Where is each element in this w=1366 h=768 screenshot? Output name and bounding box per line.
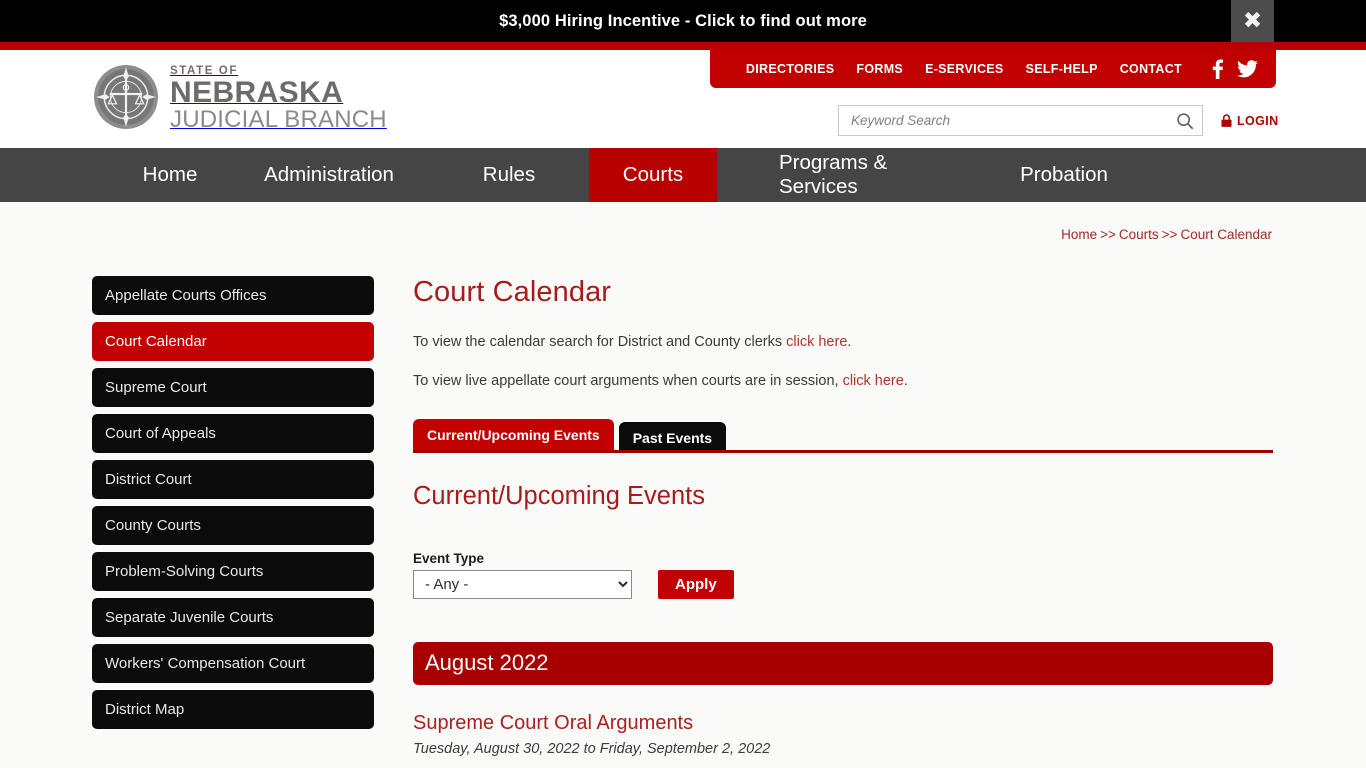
nav-item-administration[interactable]: Administration <box>254 148 404 202</box>
search-box[interactable] <box>838 105 1203 136</box>
close-icon: ✖ <box>1242 8 1263 34</box>
intro-paragraph-calendar-search: To view the calendar search for District… <box>413 333 1273 352</box>
breadcrumb-item-courts[interactable]: Courts <box>1119 227 1159 242</box>
search-button[interactable] <box>1176 112 1194 130</box>
event-filter-row: - Any - Apply <box>413 569 1273 599</box>
intro-paragraph-calendar-search-period: . <box>847 334 852 350</box>
section-title: Current/Upcoming Events <box>413 481 705 510</box>
search-icon <box>1177 113 1194 130</box>
utility-nav-item-e-services[interactable]: E-SERVICES <box>925 62 1004 76</box>
main-content: Court Calendar To view the calendar sear… <box>413 276 1273 757</box>
sidebar-item-court-of-appeals[interactable]: Court of Appeals <box>92 414 374 453</box>
sidebar-item-court-calendar[interactable]: Court Calendar <box>92 322 374 361</box>
nav-item-rules[interactable]: Rules <box>464 148 554 202</box>
nebraska-judicial-seal-icon <box>92 63 160 131</box>
tab-underline <box>413 449 1273 453</box>
logo-line-nebraska: NEBRASKA <box>170 76 344 109</box>
login-button[interactable]: LOGIN <box>1221 114 1279 128</box>
event-filter: Event Type - Any - Apply <box>413 551 1273 599</box>
page-body: Home >> Courts >> Court Calendar Appellate C… <box>0 202 1366 768</box>
sidebar-item-district-court[interactable]: District Court <box>92 460 374 499</box>
tab-current-upcoming-events[interactable]: Current/Upcoming Events <box>413 418 614 453</box>
event-title-link[interactable]: Supreme Court Oral Arguments <box>413 712 693 735</box>
breadcrumb-item-court-calendar[interactable]: Court Calendar <box>1180 227 1272 242</box>
login-label: LOGIN <box>1237 113 1279 128</box>
sidebar-navigation: Appellate Courts Offices Court Calendar … <box>92 276 374 736</box>
sidebar-item-workers-compensation-court[interactable]: Workers' Compensation Court <box>92 644 374 683</box>
event-type-label: Event Type <box>413 550 485 566</box>
apply-button[interactable]: Apply <box>658 569 734 599</box>
nav-item-home[interactable]: Home <box>110 148 230 202</box>
logo-wordmark: STATE OF NEBRASKA JUDICIAL BRANCH <box>170 62 387 132</box>
utility-nav-item-directories[interactable]: DIRECTORIES <box>746 62 835 76</box>
tab-past-events[interactable]: Past Events <box>618 421 727 453</box>
social-links <box>1212 59 1258 79</box>
event-list-item: Supreme Court Oral Arguments Tuesday, Au… <box>413 712 1273 757</box>
sidebar-item-county-courts[interactable]: County Courts <box>92 506 374 545</box>
intro-paragraph-live-arguments: To view live appellate court arguments w… <box>413 372 1273 391</box>
search-input[interactable] <box>839 106 1159 135</box>
event-date: Tuesday, August 30, 2022 to Friday, Sept… <box>413 740 771 757</box>
alert-close-button[interactable]: ✖ <box>1231 0 1274 43</box>
site-header: STATE OF NEBRASKA JUDICIAL BRANCH DIRECT… <box>0 50 1366 148</box>
alert-banner: $3,000 Hiring Incentive - Click to find … <box>0 0 1366 42</box>
nav-item-courts[interactable]: Courts <box>589 148 717 202</box>
twitter-icon[interactable] <box>1237 60 1258 78</box>
nav-item-programs-services[interactable]: Programs & Services <box>759 148 944 202</box>
sidebar-item-appellate-courts-offices[interactable]: Appellate Courts Offices <box>92 276 374 315</box>
intro-paragraph-live-arguments-period: . <box>903 372 908 389</box>
utility-nav-item-self-help[interactable]: SELF-HELP <box>1026 62 1098 76</box>
header-red-rule <box>0 42 1366 50</box>
intro-paragraph-live-arguments-text: To view live appellate court arguments w… <box>413 372 843 389</box>
sidebar-item-supreme-court[interactable]: Supreme Court <box>92 368 374 407</box>
event-type-select[interactable]: - Any - <box>413 569 632 599</box>
breadcrumb: Home >> Courts >> Court Calendar <box>1061 227 1272 242</box>
event-tabs: Current/Upcoming Events Past Events <box>413 416 1273 453</box>
facebook-icon[interactable] <box>1212 59 1224 79</box>
sidebar-item-district-map[interactable]: District Map <box>92 690 374 729</box>
month-banner: August 2022 <box>413 641 1273 685</box>
month-banner-label: August 2022 <box>425 650 549 676</box>
calendar-search-link[interactable]: click here <box>786 334 847 350</box>
breadcrumb-item-home[interactable]: Home <box>1061 227 1097 242</box>
sidebar-item-problem-solving-courts[interactable]: Problem-Solving Courts <box>92 552 374 591</box>
lock-icon <box>1221 114 1232 127</box>
alert-banner-link[interactable]: $3,000 Hiring Incentive - Click to find … <box>499 12 867 31</box>
breadcrumb-separator: >> <box>1100 227 1116 242</box>
utility-nav-item-forms[interactable]: FORMS <box>856 62 903 76</box>
main-navigation: Home Administration Rules Courts Program… <box>0 148 1366 202</box>
site-logo[interactable]: STATE OF NEBRASKA JUDICIAL BRANCH <box>92 62 387 132</box>
intro-paragraph-calendar-search-text: To view the calendar search for District… <box>413 334 787 350</box>
breadcrumb-separator: >> <box>1161 227 1178 242</box>
logo-line-judicial-branch: JUDICIAL BRANCH <box>170 106 387 133</box>
live-arguments-link[interactable]: click here <box>843 373 904 389</box>
nav-item-probation[interactable]: Probation <box>994 148 1134 202</box>
sidebar-item-separate-juvenile-courts[interactable]: Separate Juvenile Courts <box>92 598 374 637</box>
page-title: Court Calendar <box>413 276 612 308</box>
utility-nav-item-contact[interactable]: CONTACT <box>1120 62 1182 76</box>
search-row: LOGIN <box>838 105 1279 136</box>
utility-nav: DIRECTORIES FORMS E-SERVICES SELF-HELP C… <box>710 50 1276 88</box>
